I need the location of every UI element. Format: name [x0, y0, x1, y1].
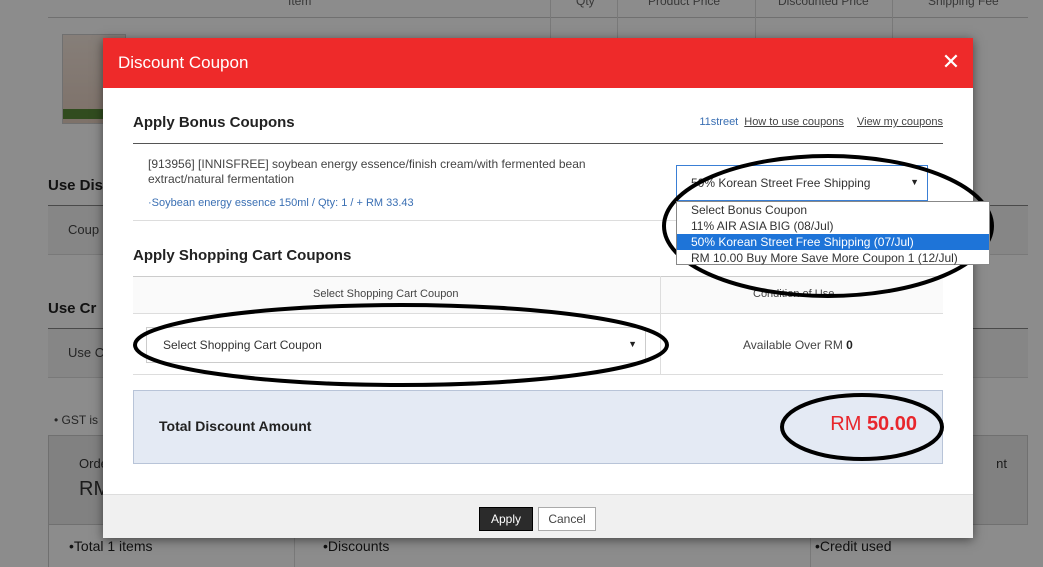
- available-amount: 0: [846, 338, 853, 352]
- condition-of-use-value: Available Over RM 0: [743, 338, 853, 352]
- bonus-coupons-title: Apply Bonus Coupons: [133, 114, 295, 131]
- modal-title: Discount Coupon: [118, 53, 249, 72]
- cart-coupon-table-header: Select Shopping Cart Coupon Condition of…: [133, 276, 943, 314]
- coupon-links: 11street How to use coupons View my coupo…: [699, 116, 943, 128]
- amount-value: 50.00: [866, 413, 917, 435]
- dropdown-option-selected[interactable]: 50% Korean Street Free Shipping (07/Jul): [677, 234, 989, 250]
- chevron-down-icon: ▼: [628, 339, 637, 349]
- bonus-coupon-selected: 50% Korean Street Free Shipping: [691, 176, 871, 190]
- close-icon[interactable]: ✕: [941, 51, 961, 73]
- total-discount-amount: RM 50.00: [830, 413, 917, 436]
- bonus-coupon-select[interactable]: 50% Korean Street Free Shipping ▼: [676, 165, 928, 201]
- bonus-coupon-dropdown: Select Bonus Coupon 11% AIR ASIA BIG (08…: [676, 201, 990, 265]
- chevron-down-icon: ▼: [910, 177, 919, 187]
- product-name: [913956] [INNISFREE] soybean energy esse…: [148, 157, 586, 186]
- modal-header: Discount Coupon ✕: [103, 38, 973, 88]
- cancel-button[interactable]: Cancel: [538, 507, 596, 531]
- col-divider: [660, 276, 661, 374]
- available-prefix: Available Over RM: [743, 338, 843, 352]
- brand-label: 11street: [699, 116, 739, 128]
- cart-coupon-select[interactable]: Select Shopping Cart Coupon ▼: [146, 327, 646, 363]
- total-discount-label: Total Discount Amount: [159, 418, 312, 434]
- col-condition: Condition of Use: [753, 288, 835, 300]
- view-my-coupons-link[interactable]: View my coupons: [857, 116, 943, 128]
- product-option: ·Soybean energy essence 150ml / Qty: 1 /…: [148, 197, 414, 209]
- divider: [133, 143, 943, 144]
- discount-coupon-modal: Discount Coupon ✕ Apply Bonus Coupons 11…: [103, 38, 990, 538]
- total-discount-box: Total Discount Amount RM 50.00: [133, 390, 943, 464]
- cart-coupon-selected: Select Shopping Cart Coupon: [163, 338, 322, 352]
- cart-coupons-title: Apply Shopping Cart Coupons: [133, 247, 352, 264]
- modal-footer: Apply Cancel: [103, 494, 973, 538]
- dropdown-option[interactable]: RM 10.00 Buy More Save More Coupon 1 (12…: [677, 250, 989, 266]
- dropdown-option[interactable]: 11% AIR ASIA BIG (08/Jul): [677, 218, 989, 234]
- currency-label: RM: [830, 413, 862, 435]
- col-select-coupon: Select Shopping Cart Coupon: [313, 288, 459, 300]
- dropdown-option[interactable]: Select Bonus Coupon: [677, 202, 989, 218]
- divider: [133, 374, 943, 375]
- how-to-use-coupons-link[interactable]: How to use coupons: [744, 116, 844, 128]
- apply-button[interactable]: Apply: [479, 507, 533, 531]
